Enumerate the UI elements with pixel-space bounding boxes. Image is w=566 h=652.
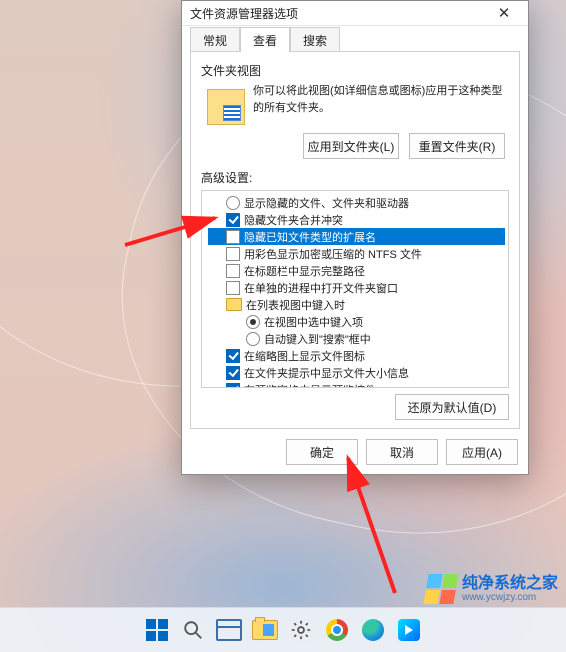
start-icon [146, 619, 168, 641]
folder-views-label: 文件夹视图 [201, 62, 509, 79]
tab-view[interactable]: 查看 [240, 27, 290, 52]
tab-strip: 常规 查看 搜索 [182, 26, 528, 51]
folder-views-buttons: 应用到文件夹(L) 重置文件夹(R) [201, 133, 505, 159]
close-icon: ✕ [498, 4, 511, 22]
checkbox-icon [226, 247, 240, 261]
checkbox-icon [226, 366, 240, 380]
dialog-footer: 确定 取消 应用(A) [182, 435, 528, 475]
taskbar-settings[interactable] [288, 617, 314, 643]
group-type-into-list[interactable]: 在列表视图中键入时 [208, 296, 505, 313]
checkbox-icon [226, 383, 240, 389]
cancel-button[interactable]: 取消 [366, 439, 438, 465]
folder-views-desc: 你可以将此视图(如详细信息或图标)应用于这种类型的所有文件夹。 [253, 83, 509, 125]
video-app-icon [398, 619, 420, 641]
dialog-title: 文件资源管理器选项 [190, 5, 488, 22]
checkbox-icon [226, 230, 240, 244]
folder-view-icon [207, 89, 245, 125]
apply-button[interactable]: 应用(A) [446, 439, 518, 465]
watermark-url: www.ycwjzy.com [462, 592, 558, 603]
checkbox-icon [226, 349, 240, 363]
option-hide-merge-conflicts[interactable]: 隐藏文件夹合并冲突 [208, 211, 505, 228]
close-button[interactable]: ✕ [488, 1, 520, 25]
tab-search[interactable]: 搜索 [290, 27, 340, 52]
apply-to-folders-button[interactable]: 应用到文件夹(L) [303, 133, 399, 159]
folder-options-dialog: 文件资源管理器选项 ✕ 常规 查看 搜索 文件夹视图 你可以将此视图(如详细信息… [181, 0, 529, 475]
option-separate-process[interactable]: 在单独的进程中打开文件夹窗口 [208, 279, 505, 296]
ok-button[interactable]: 确定 [286, 439, 358, 465]
search-button[interactable] [180, 617, 206, 643]
edge-icon [362, 619, 384, 641]
dialog-titlebar: 文件资源管理器选项 ✕ [182, 1, 528, 26]
tab-panel-view: 文件夹视图 你可以将此视图(如详细信息或图标)应用于这种类型的所有文件夹。 应用… [190, 51, 520, 429]
option-size-in-tips[interactable]: 在文件夹提示中显示文件大小信息 [208, 364, 505, 381]
checkbox-icon [226, 281, 240, 295]
taskbar-edge[interactable] [360, 617, 386, 643]
folder-views-row: 你可以将此视图(如详细信息或图标)应用于这种类型的所有文件夹。 [207, 83, 509, 125]
radio-icon [246, 315, 260, 329]
option-hide-known-extensions[interactable]: 隐藏已知文件类型的扩展名 [208, 228, 505, 245]
taskbar-video-app[interactable] [396, 617, 422, 643]
settings-icon [290, 619, 312, 641]
option-color-ntfs[interactable]: 用彩色显示加密或压缩的 NTFS 文件 [208, 245, 505, 262]
option-preview-handlers[interactable]: 在预览窗格中显示预览控件 [208, 381, 505, 388]
radio-icon [246, 332, 260, 346]
task-view-button[interactable] [216, 617, 242, 643]
taskbar-file-explorer[interactable] [252, 617, 278, 643]
radio-icon [226, 196, 240, 210]
reset-folders-button[interactable]: 重置文件夹(R) [409, 133, 505, 159]
start-button[interactable] [144, 617, 170, 643]
advanced-tree: 显示隐藏的文件、文件夹和驱动器 隐藏文件夹合并冲突 隐藏已知文件类型的扩展名 用… [202, 191, 508, 388]
option-type-into-search[interactable]: 自动键入到"搜索"框中 [208, 330, 505, 347]
watermark-title: 纯净系统之家 [462, 575, 558, 593]
advanced-settings-label: 高级设置: [201, 169, 509, 186]
checkbox-icon [226, 213, 240, 227]
option-thumb-file-icons[interactable]: 在缩略图上显示文件图标 [208, 347, 505, 364]
chrome-icon [326, 619, 348, 641]
option-show-hidden[interactable]: 显示隐藏的文件、文件夹和驱动器 [208, 194, 505, 211]
option-full-path-title[interactable]: 在标题栏中显示完整路径 [208, 262, 505, 279]
taskbar [0, 607, 566, 652]
taskbar-chrome[interactable] [324, 617, 350, 643]
advanced-settings-list[interactable]: 显示隐藏的文件、文件夹和驱动器 隐藏文件夹合并冲突 隐藏已知文件类型的扩展名 用… [201, 190, 509, 388]
task-view-icon [216, 619, 242, 641]
watermark: 纯净系统之家 www.ycwjzy.com [426, 574, 558, 604]
option-select-typed-item[interactable]: 在视图中选中键入项 [208, 313, 505, 330]
folder-icon [226, 298, 242, 311]
restore-row: 还原为默认值(D) [201, 394, 509, 420]
search-icon [182, 619, 204, 641]
checkbox-icon [226, 264, 240, 278]
watermark-logo-icon [423, 574, 458, 604]
file-explorer-icon [252, 620, 278, 640]
tab-general[interactable]: 常规 [190, 27, 240, 52]
watermark-text: 纯净系统之家 www.ycwjzy.com [462, 575, 558, 604]
restore-defaults-button[interactable]: 还原为默认值(D) [395, 394, 509, 420]
